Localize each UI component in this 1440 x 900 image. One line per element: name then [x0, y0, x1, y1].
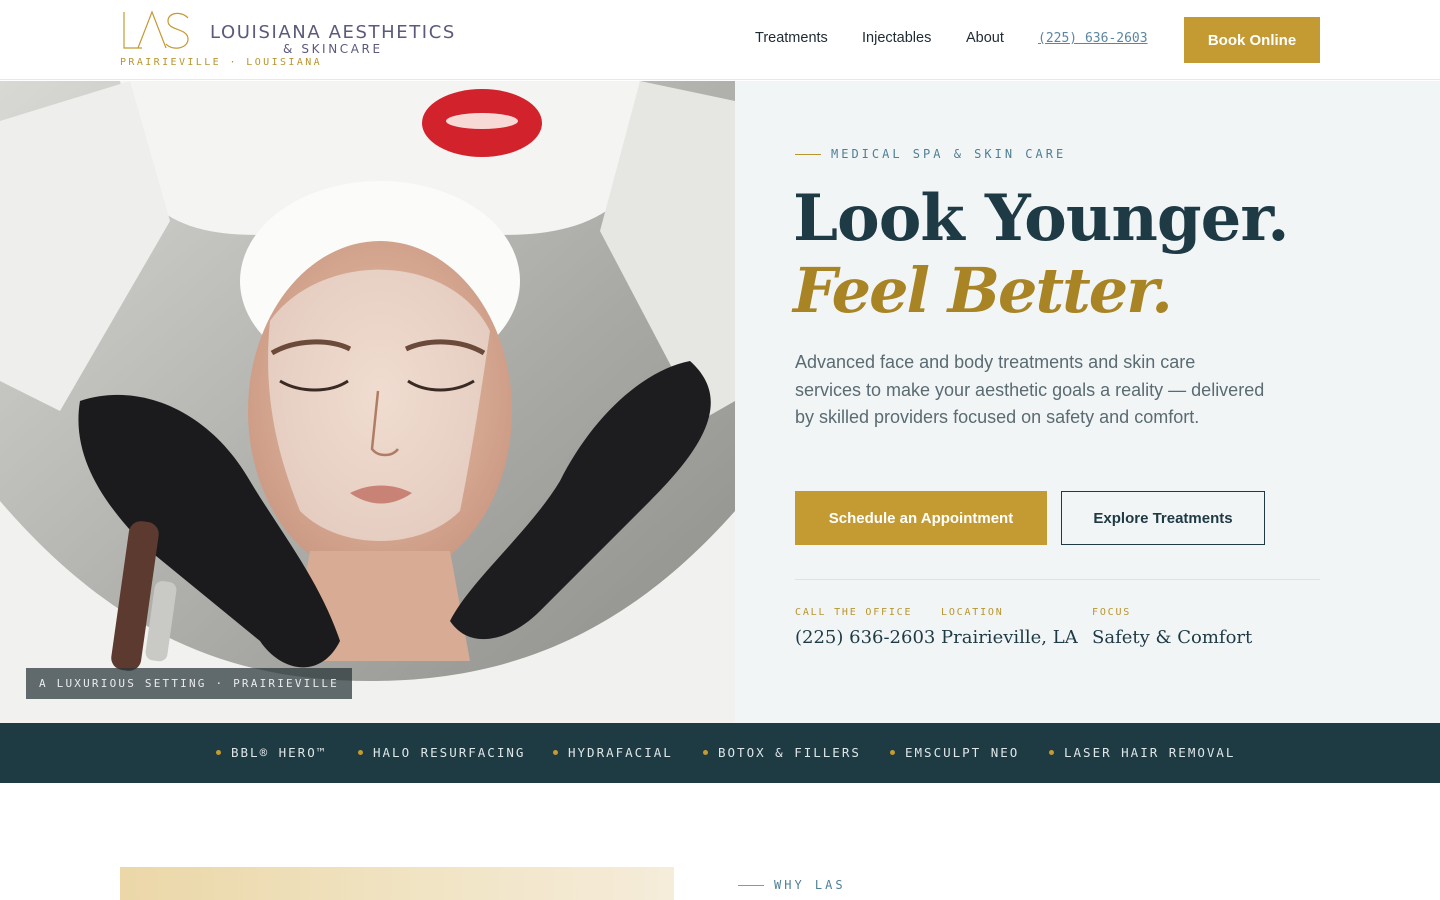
why-las-image: [120, 867, 674, 900]
stat-call-office: CALL THE OFFICE (225) 636-2603: [795, 607, 935, 648]
ticker-item[interactable]: HYDRAFACIAL: [553, 745, 673, 760]
hero-eyebrow: MEDICAL SPA & SKIN CARE: [795, 147, 1066, 161]
hero-eyebrow-text: MEDICAL SPA & SKIN CARE: [831, 147, 1067, 161]
brand-tagline: PRAIRIEVILLE · LOUISIANA: [120, 57, 323, 68]
hero-headline-line-1: Look Younger.: [793, 181, 1289, 256]
ticker-item[interactable]: BBL® HERO™: [216, 745, 326, 760]
nav-injectables[interactable]: Injectables: [862, 30, 931, 46]
bullet-dot-icon: [216, 750, 221, 755]
hero-description: Advanced face and body treatments and sk…: [795, 352, 1265, 427]
ticker-item[interactable]: LASER HAIR REMOVAL: [1049, 745, 1235, 760]
stat-focus: FOCUS Safety & Comfort: [1092, 607, 1252, 648]
ticker-item[interactable]: BOTOX & FILLERS: [703, 745, 861, 760]
hero-image: A LUXURIOUS SETTING · PRAIRIEVILLE: [0, 81, 735, 723]
ticker-label: BOTOX & FILLERS: [718, 745, 861, 760]
stat-location-value: Prairieville, LA: [941, 627, 1078, 648]
site-header: LOUISIANA AESTHETICS & SKINCARE PRAIRIEV…: [0, 0, 1440, 80]
treatments-ticker: BBL® HERO™ HALO RESURFACING HYDRAFACIAL …: [0, 723, 1440, 783]
stat-label: LOCATION: [941, 607, 1004, 618]
stat-label: CALL THE OFFICE: [795, 607, 913, 618]
las-logo-mark: [123, 10, 189, 49]
eyebrow-rule: [738, 884, 764, 886]
ticker-label: BBL® HERO™: [231, 745, 327, 760]
bullet-dot-icon: [890, 750, 895, 755]
ticker-item[interactable]: HALO RESURFACING: [358, 745, 525, 760]
bullet-dot-icon: [358, 750, 363, 755]
bullet-dot-icon: [553, 750, 558, 755]
header-phone-link[interactable]: (225) 636-2603: [1038, 31, 1148, 46]
explore-treatments-button[interactable]: Explore Treatments: [1061, 491, 1265, 545]
hero-content: MEDICAL SPA & SKIN CARE Look Younger. Fe…: [735, 81, 1440, 723]
ticker-label: LASER HAIR REMOVAL: [1064, 745, 1236, 760]
brand-name: LOUISIANA AESTHETICS: [210, 22, 456, 43]
facial-treatment-illustration: [0, 81, 735, 723]
stat-label: FOCUS: [1092, 607, 1132, 618]
hero-headline-line-2: Feel Better.: [793, 254, 1173, 327]
stat-location: LOCATION Prairieville, LA: [941, 607, 1078, 648]
why-eyebrow-text: WHY LAS: [774, 878, 846, 892]
logo[interactable]: LOUISIANA AESTHETICS & SKINCARE PRAIRIEV…: [120, 10, 480, 72]
brand-subtitle: & SKINCARE: [283, 42, 383, 56]
ticker-label: HYDRAFACIAL: [568, 745, 673, 760]
bullet-dot-icon: [703, 750, 708, 755]
stat-phone-value[interactable]: (225) 636-2603: [795, 627, 935, 648]
bullet-dot-icon: [1049, 750, 1054, 755]
hero-divider: [795, 579, 1320, 580]
ticker-label: HALO RESURFACING: [373, 745, 526, 760]
stat-focus-value: Safety & Comfort: [1092, 627, 1253, 648]
book-online-button[interactable]: Book Online: [1184, 17, 1320, 63]
schedule-appointment-button[interactable]: Schedule an Appointment: [795, 491, 1047, 545]
eyebrow-rule: [795, 153, 821, 155]
nav-treatments[interactable]: Treatments: [755, 30, 828, 46]
ticker-item[interactable]: EMSCULPT NEO: [890, 745, 1019, 760]
why-eyebrow: WHY LAS: [738, 878, 846, 892]
nav-about[interactable]: About: [966, 30, 1004, 46]
hero-image-caption: A LUXURIOUS SETTING · PRAIRIEVILLE: [26, 668, 352, 699]
ticker-label: EMSCULPT NEO: [905, 745, 1020, 760]
